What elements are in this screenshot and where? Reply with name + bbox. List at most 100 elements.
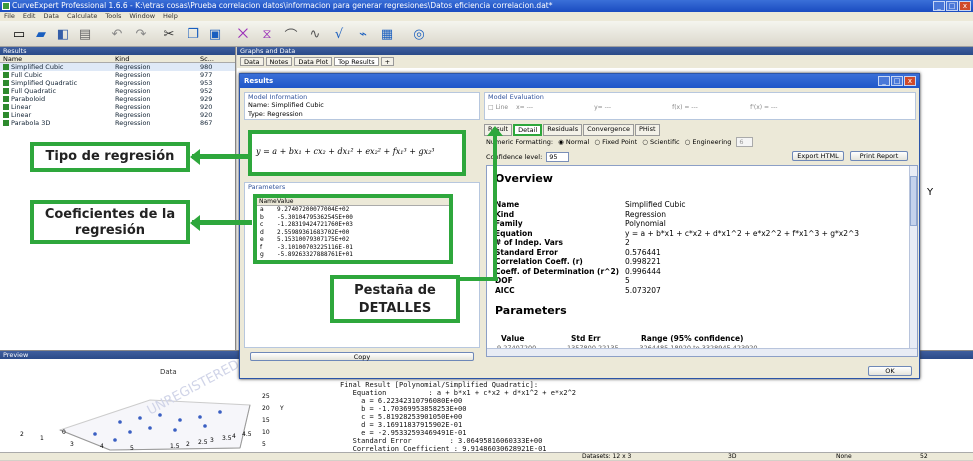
param-row[interactable]: d 2.55989361683702E+00 (257, 229, 449, 237)
ok-button[interactable]: OK (868, 366, 912, 376)
menu-tools[interactable]: Tools (105, 12, 121, 21)
undo-icon[interactable]: ↶ (108, 25, 126, 43)
graph-icon[interactable]: ⨉ (234, 25, 252, 43)
cut-icon[interactable]: ✂ (160, 25, 178, 43)
tab-detail[interactable]: Detail (513, 124, 543, 136)
results-row[interactable]: Paraboloid Regression 929 (0, 95, 235, 103)
vscroll-thumb[interactable] (910, 176, 917, 226)
confidence-spinner[interactable]: 95 (546, 152, 569, 162)
col-score[interactable]: Sc... (200, 55, 230, 63)
tab-phist[interactable]: PHist (634, 124, 660, 136)
col-name[interactable]: Name (0, 55, 115, 62)
param-row[interactable]: e 5.15310079307175E+02 (257, 236, 449, 244)
model-info-group: Model Information Name: Simplified Cubic… (244, 92, 480, 120)
param-row[interactable]: a 9.27407200077004E+02 (257, 206, 449, 214)
main-toolbar: ▭ ▰ ◧ ▤ ↶ ↷ ✂ ❐ ▣ ⨉ ⧖ ⌒ ∿ √ ⌁ ▦ ◎ (0, 21, 973, 47)
report-hscroll[interactable] (487, 348, 917, 356)
param-col-value[interactable]: Value (277, 198, 293, 205)
chart-icon[interactable]: ▦ (378, 25, 396, 43)
paste-icon[interactable]: ▣ (206, 25, 224, 43)
tab-add[interactable]: + (380, 57, 395, 66)
redo-icon[interactable]: ↷ (132, 25, 150, 43)
results-row[interactable]: Parabola 3D Regression 867 (0, 119, 235, 127)
tab-residuals[interactable]: Residuals (543, 124, 583, 136)
digits-spinner[interactable]: 6 (736, 137, 753, 147)
new-file-icon[interactable]: ▭ (10, 25, 28, 43)
result-score: 929 (200, 95, 213, 103)
print-icon[interactable]: ▤ (76, 25, 94, 43)
help-icon[interactable]: ◎ (410, 25, 428, 43)
fit-curve-icon[interactable]: ⌁ (354, 25, 372, 43)
results-row[interactable]: Linear Regression 920 (0, 111, 235, 119)
dialog-maximize-button[interactable]: □ (891, 76, 903, 86)
output-line: c = 5.81928253901050E+00 (340, 413, 463, 421)
annotation-arrow (192, 220, 252, 225)
data-point (198, 415, 202, 419)
data-point (138, 416, 142, 420)
model-name: Name: Simplified Cubic (248, 101, 324, 109)
dialog-title: Results (240, 74, 919, 88)
col-kind[interactable]: Kind (115, 55, 200, 62)
menu-file[interactable]: File (4, 12, 15, 21)
x-eval[interactable]: x= --- (516, 104, 586, 111)
param-value: -3.10100703225116E-01 (277, 243, 353, 251)
overview-key: Family (495, 219, 523, 228)
param-row[interactable]: c -1.28319424721760E+03 (257, 221, 449, 229)
overview-row: Standard Error 0.576441 (495, 248, 905, 258)
export-html-button[interactable]: Export HTML (792, 151, 844, 161)
save-icon[interactable]: ◧ (54, 25, 72, 43)
radio-normal[interactable]: ◉ Normal (558, 138, 589, 146)
tab-data-plot[interactable]: Data Plot (294, 57, 333, 66)
overview-value: 0.576441 (625, 247, 661, 257)
copy-button[interactable]: Copy (250, 352, 474, 361)
wave-icon[interactable]: ∿ (306, 25, 324, 43)
minimize-button[interactable]: _ (933, 1, 945, 11)
menu-edit[interactable]: Edit (23, 12, 36, 21)
results-row[interactable]: Full Cubic Regression 977 (0, 71, 235, 79)
print-report-button[interactable]: Print Report (850, 151, 908, 161)
overview-value: y = a + b*x1 + c*x2 + d*x1^2 + e*x2^2 + … (625, 228, 860, 238)
results-row[interactable]: Simplified Cubic Regression 980 (0, 63, 235, 71)
line-checkbox[interactable]: □ Line (488, 104, 508, 111)
radio-scientific[interactable]: ○ Scientific (642, 138, 679, 146)
param-row[interactable]: b -5.30104795362545E+00 (257, 214, 449, 222)
param-col-name[interactable]: Name (257, 198, 277, 205)
curve-icon[interactable]: ⌒ (282, 25, 300, 44)
overview-row: Name Simplified Cubic (495, 200, 905, 210)
tab-top-results[interactable]: Top Results (334, 57, 379, 66)
surface-icon[interactable]: ⧖ (258, 25, 276, 43)
menu-window[interactable]: Window (129, 12, 155, 21)
open-folder-icon[interactable]: ▰ (32, 25, 50, 43)
radio-fixed-point[interactable]: ○ Fixed Point (594, 138, 637, 146)
menu-help[interactable]: Help (163, 12, 178, 21)
dialog-close-button[interactable]: x (904, 76, 916, 86)
result-name: Full Cubic (11, 71, 43, 79)
parameters-title: Parameters (248, 183, 286, 191)
tab-notes[interactable]: Notes (265, 57, 293, 66)
overview-row: Equation y = a + b*x1 + c*x2 + d*x1^2 + e… (495, 229, 905, 239)
results-row[interactable]: Simplified Quadratic Regression 953 (0, 79, 235, 87)
result-kind: Regression (115, 95, 151, 103)
tab-convergence[interactable]: Convergence (583, 124, 634, 136)
param-row[interactable]: g -5.89263327888761E+01 (257, 251, 449, 259)
radio-engineering[interactable]: ○ Engineering (685, 138, 732, 146)
results-row[interactable]: Linear Regression 920 (0, 103, 235, 111)
y-eval[interactable]: y= --- (594, 104, 664, 111)
regression-icon (3, 88, 9, 94)
function-icon[interactable]: √ (330, 25, 348, 43)
maximize-button[interactable]: □ (946, 1, 958, 11)
results-row[interactable]: Full Quadratic Regression 952 (0, 87, 235, 95)
col-range: Range (95% confidence) (641, 334, 744, 343)
tab-data[interactable]: Data (240, 57, 264, 66)
close-button[interactable]: x (959, 1, 971, 11)
overview-value: 5 (625, 276, 630, 285)
overview-value: Regression (625, 209, 667, 219)
param-row[interactable]: f -3.10100703225116E-01 (257, 244, 449, 252)
result-name: Simplified Cubic (11, 63, 64, 71)
report-vscroll[interactable] (909, 166, 917, 350)
copy-icon[interactable]: ❐ (184, 25, 202, 43)
menu-data[interactable]: Data (43, 12, 59, 21)
menu-calculate[interactable]: Calculate (67, 12, 97, 21)
result-score: 980 (200, 63, 213, 71)
dialog-minimize-button[interactable]: _ (878, 76, 890, 86)
